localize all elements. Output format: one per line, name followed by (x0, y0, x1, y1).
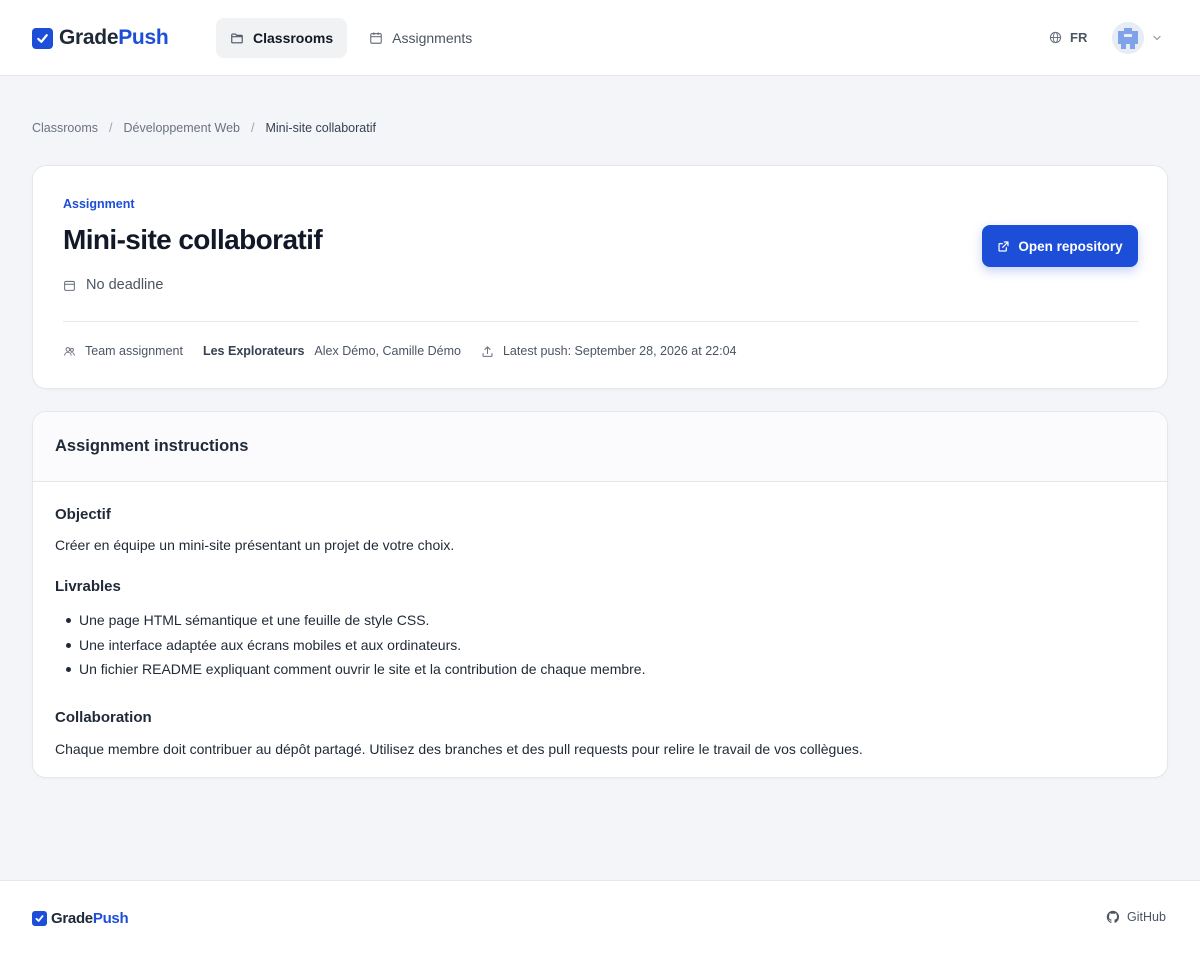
instructions-card: Assignment instructions Objectif Créer e… (32, 411, 1168, 778)
breadcrumb-separator: / (251, 121, 255, 135)
section-text-objectif: Créer en équipe un mini-site présentant … (55, 537, 455, 553)
instructions-body: Objectif Créer en équipe un mini-site pr… (33, 482, 1167, 757)
nav-assignments-label: Assignments (392, 30, 473, 46)
nav-assignments[interactable]: Assignments (355, 18, 486, 58)
assignment-eyebrow: Assignment (63, 197, 135, 211)
main-nav: Classrooms Assignments (216, 18, 494, 58)
upload-icon (482, 345, 493, 357)
deliverables-list: Une page HTML sémantique et une feuille … (55, 612, 1145, 686)
team-name: Les Explorateurs (202, 344, 305, 358)
github-label: GitHub (1127, 910, 1166, 924)
brand-logo[interactable]: GradePush (32, 26, 169, 50)
section-title-objectif: Objectif (55, 506, 111, 523)
section-title-livrables: Livrables (55, 578, 121, 595)
footer: GradePush GitHub (0, 880, 1200, 953)
calendar-icon (64, 280, 75, 291)
breadcrumb-current: Mini-site collaboratif (265, 121, 376, 135)
team-icon (64, 346, 75, 356)
language-switcher[interactable]: FR (1049, 30, 1087, 45)
deadline-text: No deadline (86, 277, 164, 293)
page-title: Mini-site collaboratif (63, 224, 323, 255)
globe-icon (1049, 31, 1062, 44)
assignment-meta: Team assignment Les Explorateurs Alex Dé… (63, 344, 737, 358)
footer-brand-logo[interactable]: GradePush (32, 910, 129, 927)
deadline: No deadline (63, 277, 163, 293)
open-repository-button[interactable]: Open repository (982, 225, 1138, 267)
folder-icon (231, 33, 243, 44)
github-link[interactable]: GitHub (1106, 910, 1166, 924)
avatar (1112, 22, 1144, 54)
github-icon (1106, 910, 1120, 923)
check-badge-icon (32, 911, 47, 926)
section-title-collaboration: Collaboration (55, 708, 152, 726)
top-header: GradePush Classrooms Assignments FR (0, 0, 1200, 76)
team-type: Team assignment (85, 344, 183, 358)
breadcrumb-classrooms[interactable]: Classrooms (32, 121, 98, 135)
nav-classrooms[interactable]: Classrooms (216, 18, 348, 58)
list-item: Un fichier README expliquant comment ouv… (55, 661, 1145, 686)
nav-classrooms-label: Classrooms (253, 30, 334, 46)
language-label: FR (1070, 30, 1088, 45)
brand-name: GradePush (59, 26, 169, 49)
latest-push: Latest push: September 28, 2026 at 22:04 (502, 344, 737, 358)
calendar-icon (370, 32, 382, 44)
list-item: Une interface adaptée aux écrans mobiles… (55, 637, 1145, 662)
assignment-card: Assignment Mini-site collaboratif No dea… (32, 165, 1168, 389)
team-members: Alex Démo, Camille Démo (314, 344, 461, 358)
external-link-icon (998, 240, 1009, 252)
breadcrumb-classroom[interactable]: Développement Web (123, 121, 240, 135)
chevron-down-icon (1153, 35, 1161, 41)
open-repository-label: Open repository (1018, 238, 1123, 254)
user-menu[interactable] (1112, 22, 1162, 54)
breadcrumb: Classrooms / Développement Web / Mini-si… (32, 121, 376, 135)
check-badge-icon (32, 27, 53, 49)
list-item: Une page HTML sémantique et une feuille … (55, 612, 1145, 637)
instructions-header: Assignment instructions (33, 412, 1167, 482)
instructions-heading: Assignment instructions (55, 437, 249, 455)
divider (63, 321, 1138, 322)
breadcrumb-separator: / (109, 121, 113, 135)
footer-brand-name: GradePush (51, 910, 129, 927)
section-text-collaboration: Chaque membre doit contribuer au dépôt p… (55, 740, 863, 757)
